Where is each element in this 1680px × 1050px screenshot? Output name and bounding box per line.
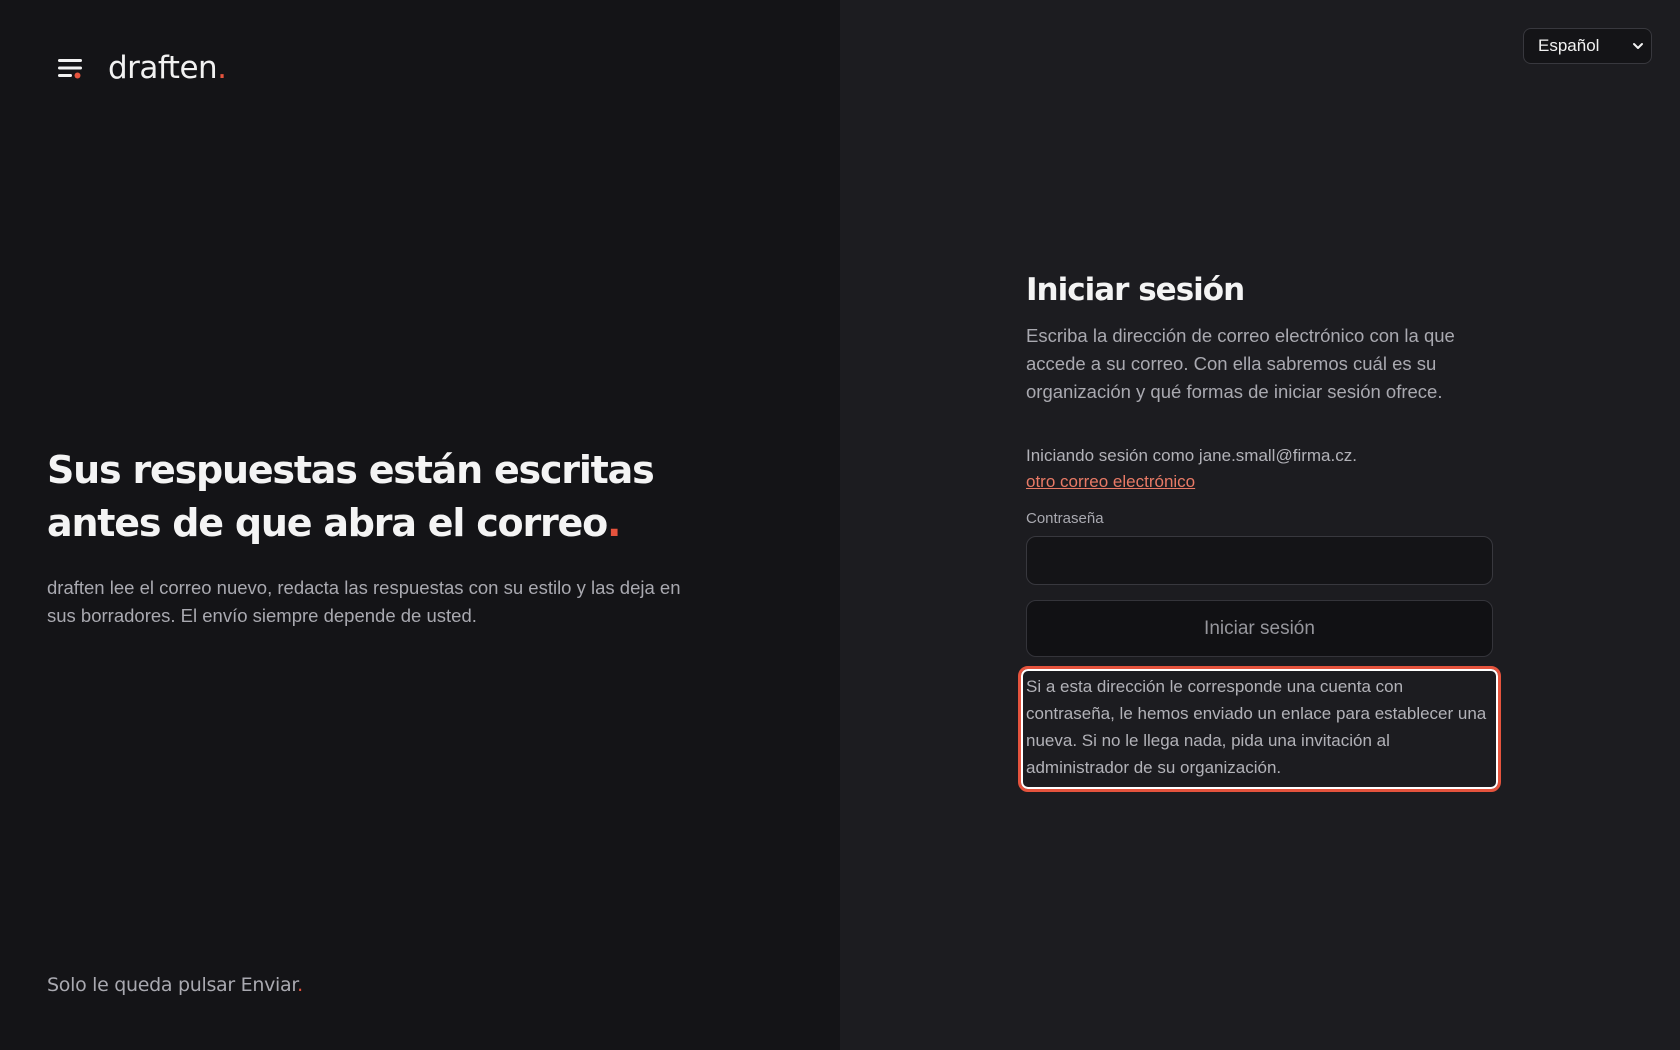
brand-name-text: draften xyxy=(108,50,218,86)
chevron-down-icon xyxy=(1633,43,1643,49)
language-selected: Español xyxy=(1538,36,1600,55)
password-field[interactable] xyxy=(1026,536,1493,585)
footer-tagline-dot: . xyxy=(297,974,303,996)
login-title: Iniciar sesión xyxy=(1026,272,1245,308)
sign-in-button[interactable]: Iniciar sesión xyxy=(1026,600,1493,657)
notice-text: Si a esta dirección le corresponde una c… xyxy=(1026,677,1487,777)
footer-tagline-text: Solo le queda pulsar Enviar xyxy=(47,974,298,996)
login-panel: Español Iniciar sesión Escriba la direcc… xyxy=(840,0,1680,1050)
login-description: Escriba la dirección de correo electróni… xyxy=(1026,325,1455,402)
hero-title: Sus respuestas están escritas antes de q… xyxy=(47,444,687,550)
login-page: draften. Sus respuestas están escritas a… xyxy=(0,0,1680,1050)
footer-tagline: Solo le queda pulsar Enviar. xyxy=(47,974,303,996)
hero: Sus respuestas están escritas antes de q… xyxy=(47,444,687,630)
signed-in-as-text: Iniciando sesión como jane.small@firma.c… xyxy=(1026,446,1357,465)
brand-name: draften. xyxy=(108,50,227,86)
hero-subtitle: draften lee el correo nuevo, redacta las… xyxy=(47,577,681,626)
brand-logo[interactable]: draften. xyxy=(56,50,227,86)
password-reset-notice: Si a esta dirección le corresponde una c… xyxy=(1018,666,1501,792)
login-form: Iniciar sesión Escriba la dirección de c… xyxy=(1018,268,1501,792)
other-email-link[interactable]: otro correo electrónico xyxy=(1026,469,1195,495)
marketing-panel: draften. Sus respuestas están escritas a… xyxy=(0,0,840,1050)
language-select[interactable]: Español xyxy=(1523,28,1652,64)
brand-dot: . xyxy=(217,50,227,86)
hero-title-dot: . xyxy=(607,501,621,545)
password-label: Contraseña xyxy=(1026,510,1104,527)
menu-lines-icon xyxy=(58,59,82,79)
hero-title-text: Sus respuestas están escritas antes de q… xyxy=(47,448,655,545)
